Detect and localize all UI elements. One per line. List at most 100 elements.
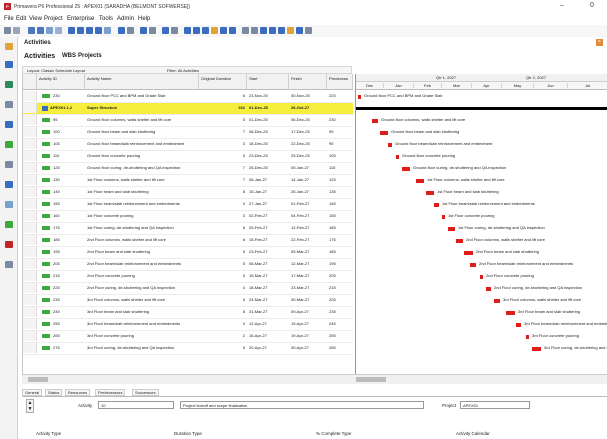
cell-pred[interactable]: 165 [329,225,353,230]
cell-id[interactable]: 265 [53,333,85,338]
gantt-bar[interactable] [396,155,399,159]
cell-start[interactable]: 23-Feb-27 [249,249,289,254]
cell-name[interactable]: 1st Floor beam/slab reinforcement and em… [87,201,197,206]
cell-pred[interactable]: 115 [329,165,353,170]
row-marker[interactable] [23,295,37,305]
cell-name[interactable]: Super Structure [87,105,197,110]
cell-dur[interactable]: 8 [199,189,245,194]
cell-finish[interactable]: 23-Mar-27 [291,285,327,290]
cell-finish[interactable]: 26-Jan-27 [291,189,327,194]
table-row[interactable]: 185 2nd Floor columns, walls shelter and … [23,235,353,247]
tab-wbs[interactable]: WBS [62,53,76,59]
cell-dur[interactable]: 9 [199,345,245,350]
row-marker[interactable] [23,163,37,173]
gantt-bar[interactable] [464,251,473,255]
cell-start[interactable]: 12-Apr-27 [249,321,289,326]
cell-finish[interactable]: 30-Mar-27 [291,297,327,302]
cell-pred[interactable]: 105 [329,153,353,158]
cell-start[interactable]: 08-Mar-27 [249,261,289,266]
row-marker[interactable] [23,211,37,221]
row-marker[interactable] [23,235,37,245]
tab-predecessors[interactable]: Predecessors [95,389,126,396]
cell-id[interactable]: 255 [53,321,85,326]
close-button[interactable]: 0 [590,2,594,9]
project-field[interactable]: APEX01 [460,401,530,409]
tab-general[interactable]: General [22,389,43,396]
zoom-out-icon[interactable] [251,27,258,34]
cell-name[interactable]: 2nd Floor beam and slab shuttering [87,249,197,254]
cell-dur[interactable]: 6 [199,93,245,98]
gantt-bar[interactable] [526,335,529,339]
sort-icon[interactable] [149,27,156,34]
table-row[interactable]: 195 2nd Floor beam and slab shuttering 9 23… [23,247,353,259]
cell-pred[interactable]: 245 [329,321,353,326]
cell-pred[interactable]: 125 [329,177,353,182]
cell-start[interactable]: 02-Feb-27 [249,213,289,218]
projects-icon[interactable] [5,43,13,50]
cell-start[interactable]: 08-Dec-25 [249,129,289,134]
cell-id[interactable]: 105 [53,141,85,146]
cell-name[interactable]: Ground floor beam and slab shuttering [87,129,197,134]
issues-icon[interactable] [5,181,13,188]
cell-dur[interactable]: 8 [199,309,245,314]
row-marker[interactable] [23,187,37,197]
activity-name-field[interactable]: Project kickoff and scope finalization [180,401,424,409]
gantt-bar[interactable] [516,323,521,327]
gantt-bar[interactable] [380,131,388,135]
cell-start[interactable]: 26-Dec-25 [249,165,289,170]
cell-pred[interactable]: 185 [329,249,353,254]
cell-id[interactable]: 245 [53,309,85,314]
tab-successors[interactable]: Successors [132,389,159,396]
gantt-bar[interactable] [434,203,439,207]
thresholds-icon[interactable] [5,241,13,248]
cell-finish[interactable]: 05-Mar-27 [291,249,327,254]
cell-id[interactable]: 125 [53,165,85,170]
filter-label[interactable]: Filter: All Activities [167,68,199,73]
risks-icon[interactable] [5,201,13,208]
cell-start[interactable]: 05-Feb-27 [249,225,289,230]
row-marker[interactable] [23,343,37,353]
close-panel-icon[interactable]: × [596,39,603,46]
gantt-bar[interactable] [532,347,541,351]
menu-tools[interactable]: Tools [99,16,113,22]
cell-id[interactable]: 185 [53,237,85,242]
tab-status[interactable]: Status [45,389,63,396]
back-icon[interactable] [4,27,11,34]
cell-start[interactable]: 15-Feb-27 [249,237,289,242]
cell-dur[interactable]: 3 [199,153,245,158]
level-icon[interactable] [77,27,84,34]
copy-icon[interactable] [193,27,200,34]
gantt-bar[interactable] [358,95,361,99]
cell-finish[interactable]: 14-Jan-27 [291,177,327,182]
cell-name[interactable]: 2nd Floor columns, walls shelter and lif… [87,237,197,242]
tracking-icon[interactable] [5,141,13,148]
cell-dur[interactable]: 9 [199,249,245,254]
cell-start[interactable]: 16-Apr-27 [249,333,289,338]
table-row[interactable]: 105 Ground floor beam/slab reinforcement … [23,139,353,151]
cell-dur[interactable]: 5 [199,297,245,302]
store-period-icon[interactable] [86,27,93,34]
cell-id[interactable]: 225 [53,285,85,290]
cell-name[interactable]: 1st Floor columns, walls shelter and lif… [87,177,197,182]
cell-pred[interactable]: 225 [329,297,353,302]
row-marker[interactable] [23,199,37,209]
cell-finish[interactable]: 30-Apr-27 [291,345,327,350]
cell-pred[interactable]: 230 [329,117,353,122]
cell-name[interactable]: Ground floor curing, de-shuttering and Q… [87,165,197,170]
gantt-summary-bar[interactable] [356,107,607,110]
link-icon[interactable] [220,27,227,34]
nav-arrows-icon[interactable]: ▲ ▼ [26,399,34,413]
table-row[interactable]: 95 Ground floor columns, walls shelter an… [23,115,353,127]
cell-dur[interactable]: 7 [199,165,245,170]
row-marker[interactable] [23,307,37,317]
settings-icon[interactable] [305,27,312,34]
add-icon[interactable] [162,27,169,34]
cell-pred[interactable]: 155 [329,213,353,218]
table-row[interactable]: 130 1st Floor columns, walls shelter and … [23,175,353,187]
row-marker[interactable] [23,331,37,341]
cell-start[interactable]: 01-Dec-25 [249,105,289,110]
table-row[interactable]: 225 2nd Floor curing, de-shuttering and Q… [23,283,353,295]
cell-finish[interactable]: 19-Apr-27 [291,333,327,338]
cell-dur[interactable]: 4 [199,285,245,290]
cell-dur[interactable]: 3 [199,141,245,146]
